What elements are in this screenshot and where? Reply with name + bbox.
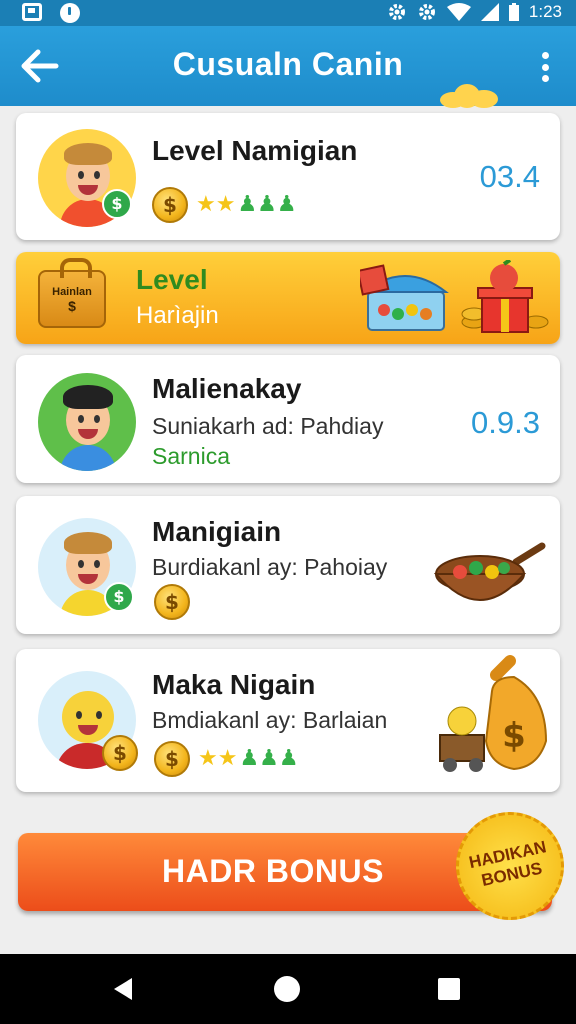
card-subtitle: Suniakarh ad: Pahdiay	[152, 413, 384, 439]
list-item[interactable]: Malienakay Suniakarh ad: Pahdiay Sarnica…	[16, 355, 560, 483]
score-value: 03.4	[479, 159, 540, 194]
wifi-icon	[446, 3, 471, 21]
rating-stars: ★★ ♟♟♟	[196, 192, 297, 217]
food-bowl-icon	[434, 542, 546, 601]
banner-title: Level	[136, 264, 208, 295]
coin-icon: $	[152, 187, 188, 223]
nav-home-icon[interactable]	[274, 976, 300, 1002]
card-title: Level Namigian	[152, 135, 358, 166]
card-subtitle: Burdiakanl ay: Pahoiay	[152, 554, 388, 580]
clock-icon	[60, 3, 80, 23]
card-subtitle: Bmdiakanl ay: Barlaian	[152, 707, 388, 733]
list-item[interactable]: $ Maka Nigain Bmdiakanl ay: Barlaian $ ★…	[16, 649, 560, 792]
page-title: Cusualn Canin	[172, 46, 404, 82]
list-item[interactable]: $ Manigiain Burdiakanl ay: Pahoiay $	[16, 496, 560, 634]
dollar-coin-icon: $	[104, 582, 134, 612]
coin-icon: $	[102, 735, 138, 771]
avatar	[38, 373, 136, 471]
card-title: Maka Nigain	[152, 669, 316, 700]
nav-recents-icon[interactable]	[438, 978, 460, 1000]
status-bar: 1:23	[0, 0, 576, 26]
level-banner[interactable]: Hainlan $ Level Harìajin	[16, 252, 560, 344]
score-value: 0.9.3	[471, 405, 540, 440]
gift-box-icon	[461, 260, 549, 333]
dollar-coin-icon: $	[102, 189, 132, 219]
battery-icon	[508, 3, 519, 21]
card-subtitle-2: Sarnica	[152, 443, 230, 469]
card-title: Manigiain	[152, 516, 282, 547]
list-item[interactable]: $ Level Namigian $ ★★ ♟♟♟ 03.4	[16, 113, 560, 240]
svg-text:$: $	[502, 716, 526, 756]
settings-icon	[418, 4, 435, 20]
app-icon	[22, 3, 42, 21]
money-bag-icon: Hainlan $	[38, 258, 106, 328]
more-vert-icon[interactable]	[542, 52, 550, 82]
status-time: 1:23	[528, 2, 562, 21]
nav-back-icon[interactable]	[114, 978, 132, 1000]
signal-icon	[480, 3, 499, 21]
coin-icon: $	[154, 741, 190, 777]
rating-stars: ★★ ♟♟♟	[198, 746, 299, 771]
banner-subtitle: Harìajin	[136, 302, 219, 329]
card-title: Malienakay	[152, 373, 302, 404]
money-bag-cart-icon: $	[439, 655, 548, 772]
market-stall-icon	[360, 264, 449, 331]
system-nav-bar	[0, 954, 576, 1024]
settings-icon	[388, 4, 405, 20]
coin-icon: $	[154, 584, 190, 620]
cloud-decoration	[440, 84, 500, 108]
